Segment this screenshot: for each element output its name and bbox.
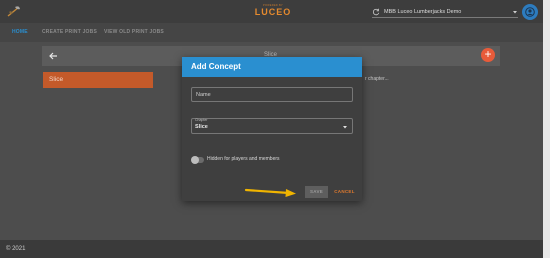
chevron-down-icon [513,10,517,13]
cancel-button[interactable]: CANCEL [333,186,356,198]
app-window: © 2021 POWERED BY LUCEO MBB Luceo Lumber… [0,0,550,258]
chapter-value: Slice [195,124,208,130]
tab-home[interactable]: HOME [12,29,28,35]
copyright-text: © 2021 [6,246,26,252]
hidden-toggle-label: Hidden for players and members [207,156,280,162]
sync-icon[interactable] [372,8,380,16]
footer: © 2021 [0,240,550,258]
save-button[interactable]: SAVE [305,186,328,198]
concept-list-item[interactable]: Slice [43,72,153,88]
tab-view-old-print-jobs[interactable]: VIEW OLD PRINT JOBS [104,29,164,35]
scrollbar-track[interactable] [543,0,550,258]
tab-create-print-jobs[interactable]: CREATE PRINT JOBS [42,29,97,35]
add-button[interactable]: + [481,48,495,62]
team-name: MBB Luceo Lumberjacks Demo [384,8,462,15]
annotation-arrow-icon [244,188,296,197]
brand[interactable]: POWERED BY LUCEO [252,4,294,17]
axe-logo-icon[interactable] [7,5,21,18]
add-concept-dialog: Add Concept Name Chapter Slice Hidden fo… [182,57,362,201]
chapter-label: Chapter [195,118,208,122]
chapter-hint-text: r chapter... [365,76,389,82]
name-input[interactable]: Name [191,87,353,102]
brand-name: LUCEO [254,7,292,17]
account-icon [525,7,535,17]
dialog-title: Add Concept [182,57,362,77]
toggle-knob [191,156,199,164]
account-button[interactable] [522,4,538,20]
chevron-down-icon [343,126,347,129]
hidden-toggle[interactable] [191,156,204,164]
team-selector[interactable]: MBB Luceo Lumberjacks Demo [372,6,518,18]
chapter-select[interactable]: Chapter Slice [191,118,353,134]
back-arrow-icon[interactable] [48,51,58,61]
